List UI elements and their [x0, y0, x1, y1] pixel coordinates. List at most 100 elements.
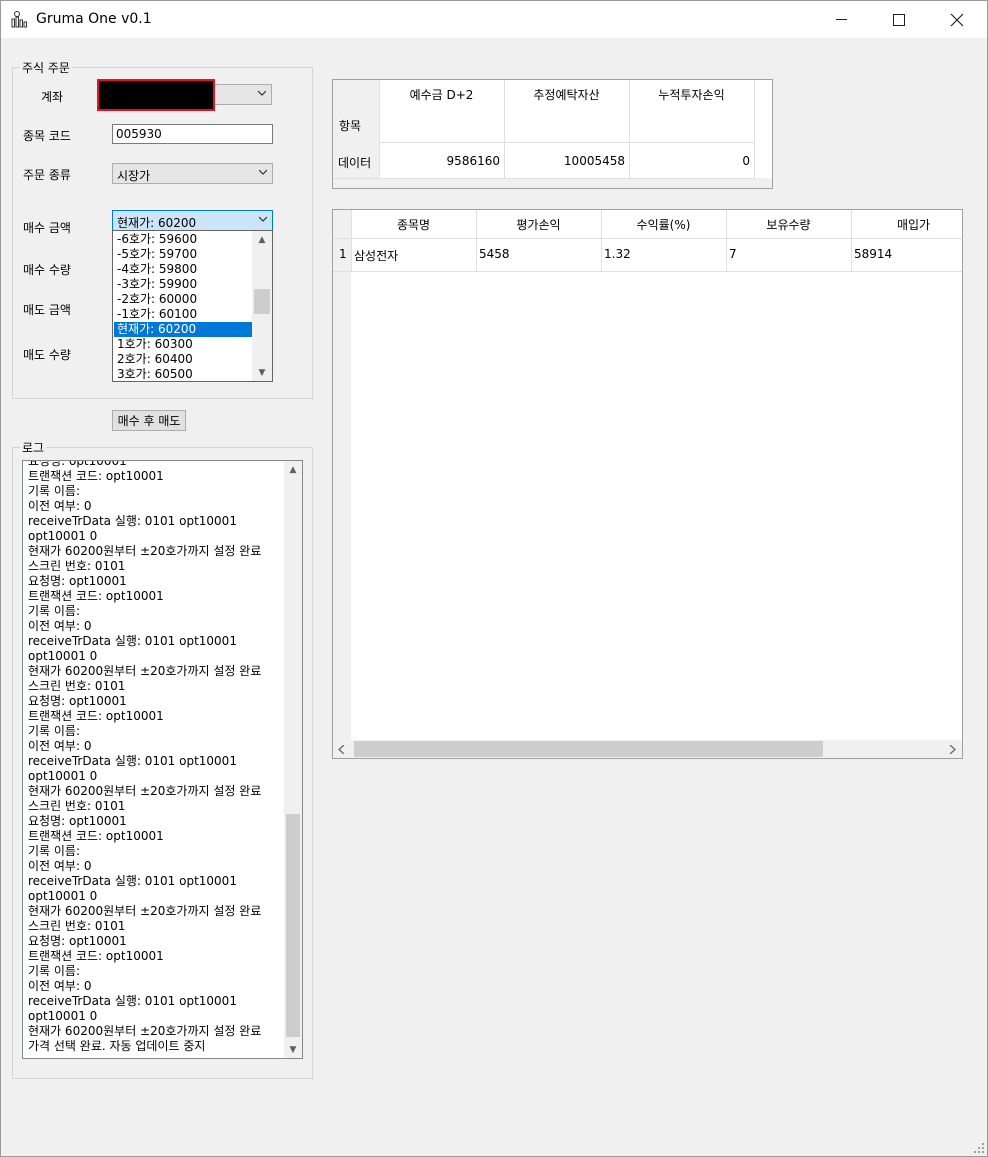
dropdown-scroll-thumb[interactable] — [254, 289, 270, 314]
order-type-label: 주문 종류 — [23, 168, 71, 182]
close-button[interactable] — [928, 1, 986, 38]
price-option[interactable]: 3호가: 60500 — [114, 367, 252, 381]
holdings-cell-qty[interactable]: 7 — [729, 247, 737, 261]
scroll-down-icon[interactable]: ▼ — [284, 1041, 302, 1058]
log-scrollbar[interactable]: ▲ ▼ — [284, 461, 302, 1058]
buy-then-sell-button[interactable]: 매수 후 매도 — [112, 410, 186, 431]
holdings-col-header: 매입가 — [896, 218, 931, 232]
redacted-account-number — [97, 79, 215, 111]
holdings-col-header: 종목명 — [396, 218, 431, 232]
chevron-down-icon — [259, 169, 267, 175]
price-option-selected[interactable]: 현재가: 60200 — [114, 322, 252, 337]
buy-amount-combo[interactable]: 현재가: 60200 — [112, 210, 273, 231]
maximize-button[interactable] — [870, 1, 928, 38]
summary-cell-estimated-assets: 10005458 — [563, 154, 625, 168]
price-option[interactable]: -4호가: 59800 — [114, 262, 252, 277]
log-scroll-thumb[interactable] — [286, 814, 300, 1037]
log-line: opt10001 0 — [28, 889, 98, 903]
account-summary-grid[interactable]: 예수금 D+2 추정예탁자산 누적투자손익 항목 데이터 9586160 100… — [332, 79, 773, 189]
log-line: opt10001 0 — [28, 649, 98, 663]
log-line: opt10001 0 — [28, 529, 98, 543]
log-group-title: 로그 — [20, 439, 47, 456]
price-option[interactable]: -6호가: 59600 — [114, 232, 252, 247]
sell-amount-label: 매도 금액 — [23, 303, 71, 317]
log-line: 이전 여부: 0 — [28, 619, 92, 633]
holdings-grid[interactable]: 종목명 평가손익 수익률(%) 보유수량 매입가 1 삼성전자 5458 1.3… — [332, 209, 963, 759]
order-group-title: 주식 주문 — [20, 59, 72, 76]
stock-code-label: 종목 코드 — [23, 129, 71, 143]
holdings-cell-return[interactable]: 1.32 — [604, 247, 631, 261]
buy-amount-label: 매수 금액 — [23, 221, 71, 235]
minimize-icon — [835, 19, 847, 20]
log-line: 스크린 번호: 0101 — [28, 919, 126, 933]
grid-line — [333, 271, 962, 272]
price-option[interactable]: 1호가: 60300 — [114, 337, 252, 352]
scroll-up-icon[interactable]: ▲ — [252, 231, 272, 248]
log-line: 스크린 번호: 0101 — [28, 799, 126, 813]
holdings-row-index: 1 — [339, 247, 347, 261]
log-line: 스크린 번호: 0101 — [28, 559, 126, 573]
scroll-left-icon[interactable] — [338, 745, 346, 754]
grid-line — [379, 142, 755, 143]
holdings-cell-pnl[interactable]: 5458 — [479, 247, 510, 261]
summary-cell-deposit: 9586160 — [446, 154, 500, 168]
order-type-combo[interactable]: 시장가 — [112, 163, 273, 184]
log-line: 이전 여부: 0 — [28, 979, 92, 993]
log-line: 요청명: opt10001 — [28, 460, 127, 468]
holdings-col-header: 평가손익 — [516, 218, 561, 232]
log-line: 트랜잭션 코드: opt10001 — [28, 589, 164, 603]
price-option[interactable]: -5호가: 59700 — [114, 247, 252, 262]
holdings-hscrollbar[interactable] — [333, 740, 962, 758]
holdings-hscroll-thumb[interactable] — [354, 741, 823, 757]
buy-amount-dropdown-list[interactable]: -6호가: 59600 -5호가: 59700 -4호가: 59800 -3호가… — [112, 230, 273, 382]
chevron-down-icon — [259, 216, 267, 222]
log-line: 기록 이름: — [28, 844, 81, 858]
price-option[interactable]: 2호가: 60400 — [114, 352, 252, 367]
scroll-right-icon[interactable] — [948, 745, 956, 754]
account-label: 계좌 — [41, 90, 64, 104]
log-line: opt10001 0 — [28, 1009, 98, 1023]
price-option[interactable]: -1호가: 60100 — [114, 307, 252, 322]
app-chart-icon — [11, 11, 27, 28]
log-line: 요청명: opt10001 — [28, 934, 127, 948]
log-line: receiveTrData 실행: 0101 opt10001 — [28, 874, 237, 888]
log-line: 트랜잭션 코드: opt10001 — [28, 469, 164, 483]
summary-col-header: 추정예탁자산 — [533, 88, 600, 102]
grid-line — [754, 80, 755, 178]
title-bar: Gruma One v0.1 — [1, 1, 987, 38]
buy-amount-value: 현재가: 60200 — [117, 216, 197, 230]
log-line: opt10001 0 — [28, 769, 98, 783]
log-line: 요청명: opt10001 — [28, 814, 127, 828]
window-title: Gruma One v0.1 — [36, 11, 152, 27]
main-window: Gruma One v0.1 주식 주문 계좌 종목 코드 005930 주문 … — [0, 0, 988, 1157]
sell-qty-label: 매도 수량 — [23, 348, 71, 362]
log-line: 이전 여부: 0 — [28, 739, 92, 753]
close-icon — [950, 13, 964, 26]
log-line: 트랜잭션 코드: opt10001 — [28, 709, 164, 723]
holdings-cell-name[interactable]: 삼성전자 — [354, 247, 398, 264]
log-line: 현재가 60200원부터 ±20호가까지 설정 완료 — [28, 544, 262, 558]
holdings-cell-buy-price[interactable]: 58914 — [854, 247, 892, 261]
summary-row-header-column — [333, 80, 379, 188]
scroll-up-icon[interactable]: ▲ — [284, 461, 302, 478]
log-textarea[interactable]: 요청명: opt10001 트랜잭션 코드: opt10001 기록 이름: 이전 여… — [22, 460, 303, 1059]
resize-grip-icon[interactable] — [974, 1143, 984, 1153]
summary-row-header: 데이터 — [338, 156, 372, 170]
log-line: 현재가 60200원부터 ±20호가까지 설정 완료 — [28, 784, 262, 798]
minimize-button[interactable] — [812, 1, 870, 38]
price-option[interactable]: -3호가: 59900 — [114, 277, 252, 292]
grid-line — [333, 178, 755, 179]
stock-code-input[interactable]: 005930 — [112, 124, 273, 144]
log-line: 이전 여부: 0 — [28, 859, 92, 873]
log-line: 요청명: opt10001 — [28, 694, 127, 708]
log-line: 요청명: opt10001 — [28, 574, 127, 588]
log-line: 이전 여부: 0 — [28, 499, 92, 513]
holdings-row-header-column — [333, 210, 351, 740]
grid-line — [333, 238, 962, 239]
scroll-down-icon[interactable]: ▼ — [252, 364, 272, 381]
summary-bottom-band — [333, 178, 772, 188]
log-line: receiveTrData 실행: 0101 opt10001 — [28, 754, 237, 768]
price-option[interactable]: -2호가: 60000 — [114, 292, 252, 307]
summary-cell-cumulative-pnl: 0 — [742, 154, 750, 168]
dropdown-scrollbar[interactable]: ▲ ▼ — [252, 231, 272, 381]
